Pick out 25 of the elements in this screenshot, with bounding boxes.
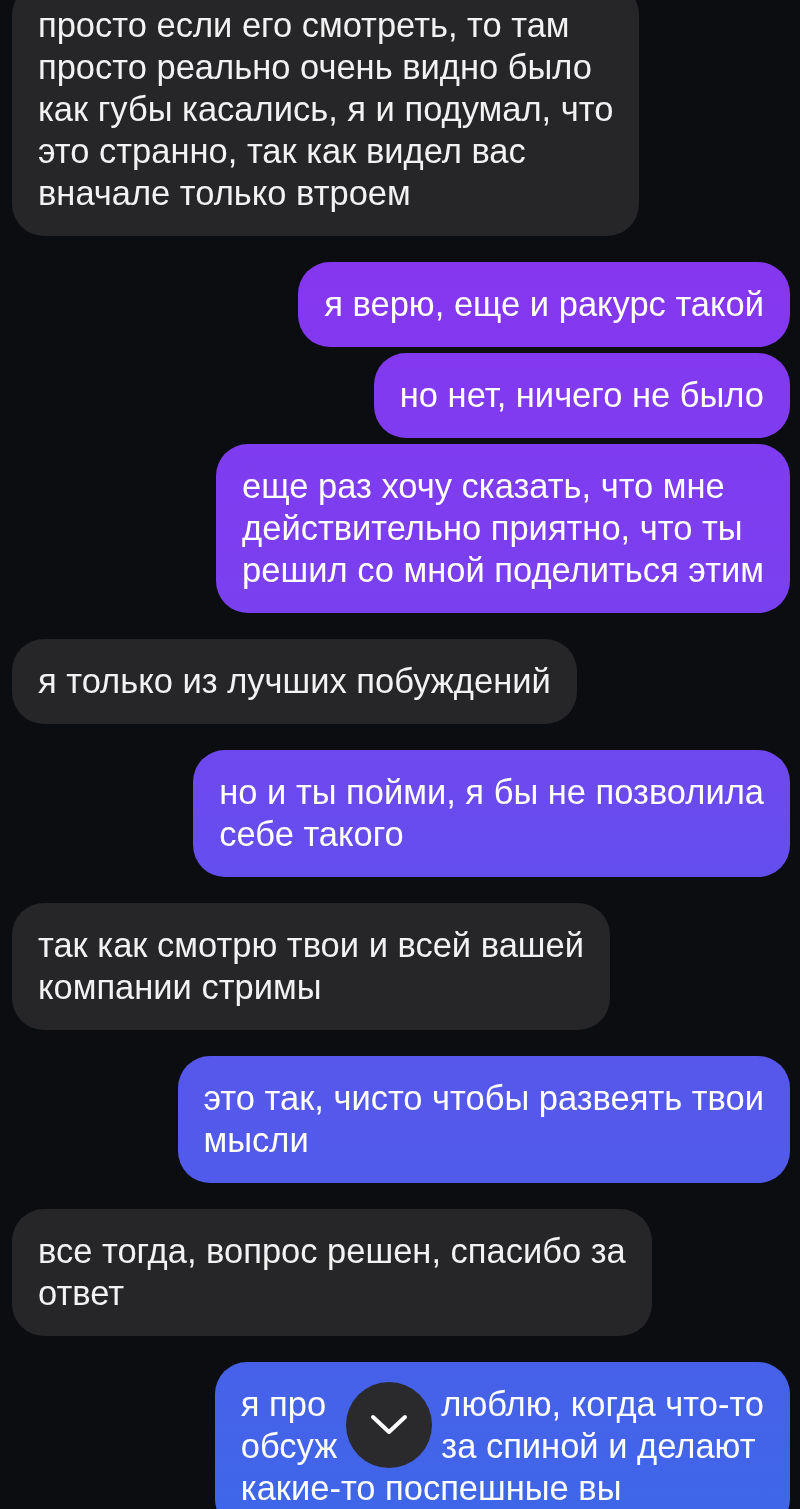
message-text: это так, чисто чтобы развеять твои xyxy=(203,1079,764,1117)
message-text: я только из лучших побуждений xyxy=(38,662,551,700)
message-text: это странно, так как видел вас xyxy=(38,132,526,170)
message-text: но нет, ничего не было xyxy=(399,376,764,414)
message-text: люблю, когда что-то xyxy=(441,1384,764,1425)
message-text: решил со мной поделиться этим xyxy=(242,551,764,589)
message-text: за спиной и делают xyxy=(441,1426,757,1467)
message-text: просто реально очень видно было xyxy=(38,48,592,86)
message-text: обсуж xyxy=(240,1426,338,1467)
message-text: мысли xyxy=(203,1121,309,1159)
message-text: но и ты пойми, я бы не позволила xyxy=(219,773,764,811)
message-text: еще раз хочу сказать, что мне xyxy=(242,467,725,505)
message-text: вначале только втроем xyxy=(38,174,411,212)
message-text: компании стримы xyxy=(38,968,322,1006)
message-text: ответ xyxy=(38,1274,124,1312)
message-text: себе такого xyxy=(219,815,404,853)
message-text: как губы касались, я и подумал, что xyxy=(38,90,614,128)
message-text: действительно приятно, что ты xyxy=(242,509,743,547)
message-text: какие-то поспешные вы xyxy=(240,1469,622,1507)
message-text: просто если его смотреть, то там xyxy=(38,6,570,44)
message-text: так как смотрю твои и всей вашей xyxy=(38,926,584,964)
message-text: я верю, еще и ракурс такой xyxy=(324,285,764,323)
message-text: я про xyxy=(240,1384,328,1425)
message-text: все тогда, вопрос решен, спасибо за xyxy=(38,1232,626,1270)
chevron-down-icon xyxy=(369,1413,410,1437)
